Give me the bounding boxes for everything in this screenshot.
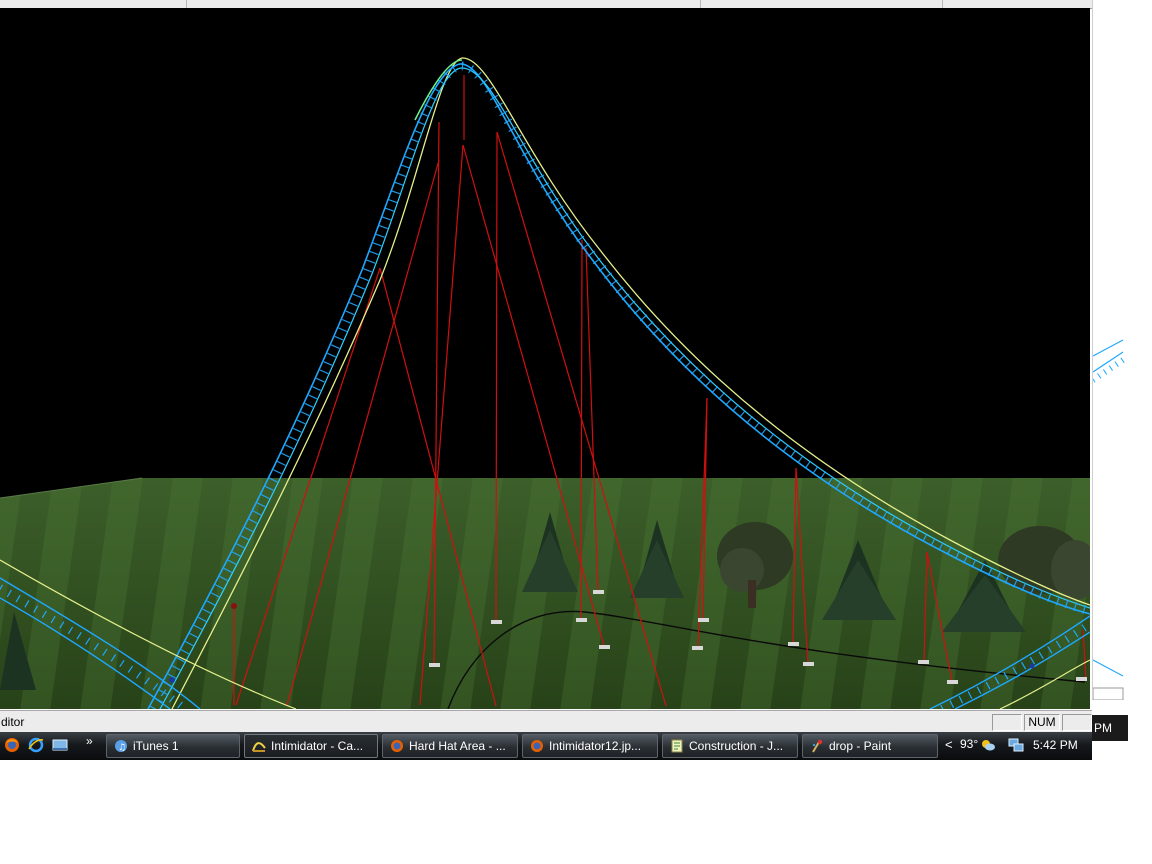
toolbar-separator bbox=[186, 0, 187, 8]
internet-explorer-icon[interactable] bbox=[28, 737, 44, 753]
tray-clock[interactable]: 5:42 PM bbox=[1033, 738, 1078, 752]
toolbar-separator bbox=[700, 0, 701, 8]
taskbar-button-label: Construction - J... bbox=[689, 739, 784, 753]
firefox-icon[interactable] bbox=[4, 737, 20, 753]
footer-pad bbox=[429, 663, 440, 667]
tray-expand-chevron[interactable]: < bbox=[945, 737, 953, 752]
taskbar-button-intimidator12[interactable]: Intimidator12.jp... bbox=[522, 734, 658, 758]
footer-pad bbox=[947, 680, 958, 684]
status-text: ditor bbox=[1, 715, 25, 729]
itunes-icon: ♫ bbox=[115, 740, 127, 753]
taskbar-button-label: Intimidator12.jp... bbox=[549, 739, 642, 753]
footer-pad bbox=[918, 660, 929, 664]
footer-pad bbox=[593, 590, 604, 594]
taskbar: » ♫ iTunes 1 Intimidator - Ca... Hard Ha… bbox=[0, 732, 1092, 760]
firefox-icon bbox=[391, 740, 403, 752]
quicklaunch-overflow-chevron[interactable]: » bbox=[86, 734, 93, 748]
taskbar-button-label: iTunes 1 bbox=[133, 739, 179, 753]
coaster-icon bbox=[252, 742, 266, 752]
footer-pad bbox=[576, 618, 587, 622]
footer-pad bbox=[803, 662, 814, 666]
taskbar-button-intimidator-ca[interactable]: Intimidator - Ca... bbox=[244, 734, 378, 758]
3d-viewport[interactable] bbox=[0, 8, 1090, 709]
show-desktop-icon[interactable] bbox=[52, 737, 68, 753]
background-clock-fragment: PM bbox=[1092, 715, 1128, 741]
status-pane bbox=[992, 714, 1022, 731]
tray-temperature[interactable]: 93° bbox=[960, 737, 978, 751]
taskbar-button-label: Hard Hat Area - ... bbox=[409, 739, 506, 753]
taskbar-button-label: Intimidator - Ca... bbox=[271, 739, 364, 753]
footer-pad bbox=[698, 618, 709, 622]
coaster-scene bbox=[0, 8, 1090, 709]
marker bbox=[1029, 663, 1035, 669]
taskbar-button-construction[interactable]: Construction - J... bbox=[662, 734, 798, 758]
paint-icon bbox=[812, 739, 823, 753]
background-window-content bbox=[1093, 0, 1152, 700]
taskbar-button-drop-paint[interactable]: drop - Paint bbox=[802, 734, 938, 758]
weather-icon[interactable] bbox=[980, 738, 996, 752]
status-pane bbox=[1062, 714, 1092, 731]
footer-pad bbox=[1076, 677, 1087, 681]
firefox-icon bbox=[531, 740, 543, 752]
svg-text:♫: ♫ bbox=[118, 743, 126, 753]
screen: ditor NUM PM » ♫ iTunes 1 Intimidator - … bbox=[0, 0, 1152, 864]
marker bbox=[231, 603, 237, 609]
footer-pad bbox=[491, 620, 502, 624]
grass-stripes bbox=[0, 478, 1090, 709]
taskbar-button-hard-hat-area[interactable]: Hard Hat Area - ... bbox=[382, 734, 518, 758]
document-icon bbox=[671, 739, 683, 753]
footer-pad bbox=[692, 646, 703, 650]
num-lock-indicator: NUM bbox=[1024, 714, 1060, 731]
taskbar-button-label: drop - Paint bbox=[829, 739, 892, 753]
toolbar-separator bbox=[942, 0, 943, 8]
network-icon[interactable] bbox=[1008, 737, 1024, 753]
footer-pad bbox=[599, 645, 610, 649]
taskbar-button-itunes[interactable]: ♫ iTunes 1 bbox=[106, 734, 240, 758]
status-bar: ditor NUM bbox=[0, 710, 1092, 733]
footer-pad bbox=[788, 642, 799, 646]
background-window-edge bbox=[1092, 0, 1152, 700]
marker bbox=[169, 677, 175, 683]
